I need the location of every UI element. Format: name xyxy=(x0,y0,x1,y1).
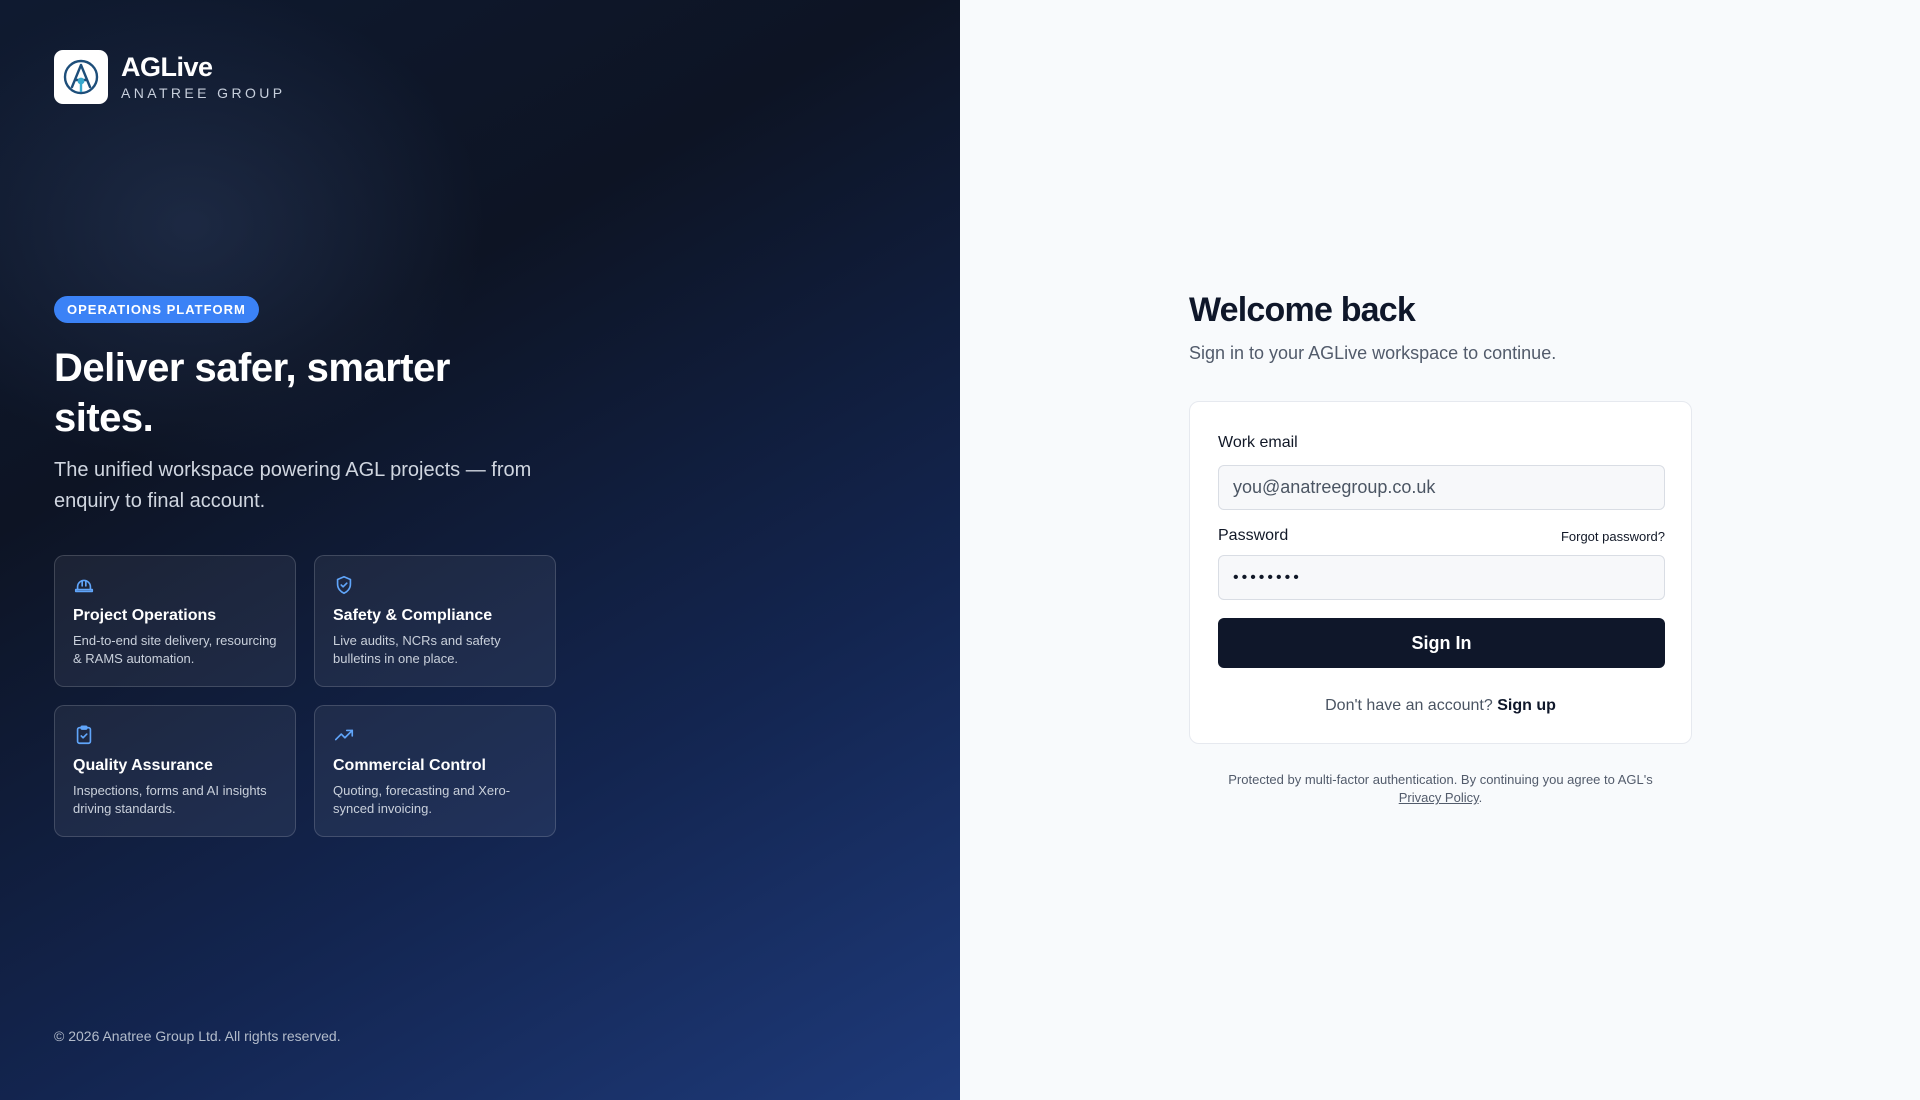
feature-card-commercial-control: Commercial Control Quoting, forecasting … xyxy=(314,705,556,837)
email-field[interactable] xyxy=(1218,465,1665,510)
feature-title: Safety & Compliance xyxy=(333,607,493,624)
feature-description: Quoting, forecasting and Xero-synced inv… xyxy=(333,783,511,816)
forgot-password-link[interactable]: Forgot password? xyxy=(1561,529,1665,544)
legal-text: Protected by multi-factor authentication… xyxy=(1228,772,1653,787)
hero-lede: The unified workspace powering AGL proje… xyxy=(54,459,532,512)
privacy-policy-link[interactable]: Privacy Policy xyxy=(1399,790,1479,805)
login-form: Work email Password Forgot password? Sig… xyxy=(1189,401,1692,744)
feature-card-project-operations: Project Operations End-to-end site deliv… xyxy=(54,555,296,687)
page-subtitle: Sign in to your AGLive workspace to cont… xyxy=(1189,343,1557,363)
feature-card-safety-compliance: Safety & Compliance Live audits, NCRs an… xyxy=(314,555,556,687)
hero: OPERATIONS PLATFORM Deliver safer, smart… xyxy=(54,296,574,517)
login-panel: Welcome back Sign in to your AGLive work… xyxy=(960,0,1920,1100)
brand-name: AGLive xyxy=(121,52,213,82)
feature-description: Live audits, NCRs and safety bulletins i… xyxy=(333,633,501,666)
no-account-text: Don't have an account? xyxy=(1325,697,1493,714)
copyright: © 2026 Anatree Group Ltd. All rights res… xyxy=(54,1028,341,1044)
page-title: Welcome back xyxy=(1189,291,1416,329)
brand-header: AGLive ANATREE GROUP xyxy=(54,50,286,104)
password-label: Password xyxy=(1218,527,1289,544)
feature-title: Project Operations xyxy=(73,607,217,624)
clipboard-check-icon xyxy=(76,725,92,745)
password-field[interactable] xyxy=(1218,555,1665,600)
feature-description: End-to-end site delivery, resourcing & R… xyxy=(73,633,277,666)
aglive-logo xyxy=(54,50,108,104)
feature-title: Quality Assurance xyxy=(73,757,213,774)
legal-period: . xyxy=(1478,790,1483,805)
signup-prompt: Don't have an account? Sign up xyxy=(1190,697,1691,715)
brand-panel: AGLive ANATREE GROUP OPERATIONS PLATFORM… xyxy=(0,0,960,1100)
feature-title: Commercial Control xyxy=(333,757,486,774)
brand-subtitle: ANATREE GROUP xyxy=(121,85,286,101)
legal-notice: Protected by multi-factor authentication… xyxy=(1189,771,1692,807)
feature-card-quality-assurance: Quality Assurance Inspections, forms and… xyxy=(54,705,296,837)
shield-check-icon xyxy=(336,575,352,595)
feature-description: Inspections, forms and AI insights drivi… xyxy=(73,783,267,816)
hero-headline: Deliver safer, smarter sites. xyxy=(54,346,450,440)
platform-badge: OPERATIONS PLATFORM xyxy=(54,296,259,323)
sign-up-link[interactable]: Sign up xyxy=(1497,697,1556,714)
feature-cards: Project Operations End-to-end site deliv… xyxy=(54,555,556,837)
sign-in-button[interactable]: Sign In xyxy=(1218,618,1665,668)
login-heading: Welcome back Sign in to your AGLive work… xyxy=(1189,290,1556,364)
hard-hat-icon xyxy=(74,579,94,593)
email-label: Work email xyxy=(1218,434,1298,451)
trending-up-icon xyxy=(334,729,354,741)
